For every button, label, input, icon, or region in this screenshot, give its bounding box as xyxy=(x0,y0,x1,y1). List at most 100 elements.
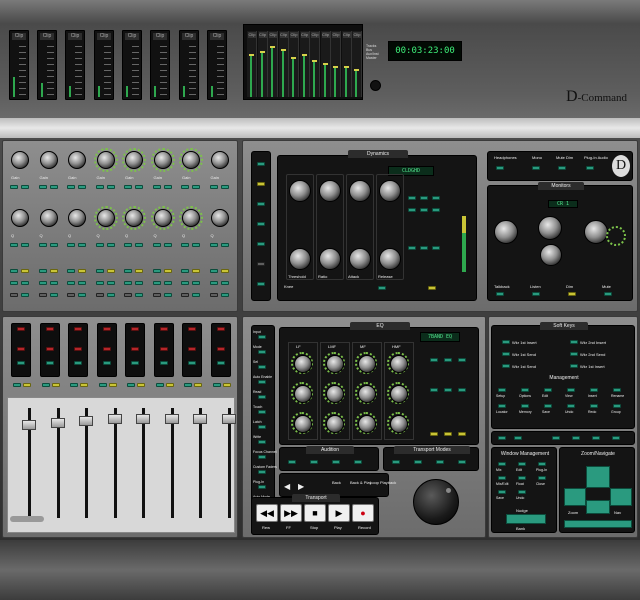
channel-btn[interactable] xyxy=(152,185,161,189)
soft-key-btn[interactable] xyxy=(570,340,578,344)
sel-button-2[interactable] xyxy=(257,182,265,186)
sel-button-5[interactable] xyxy=(257,242,265,246)
left-nav-btn[interactable] xyxy=(258,365,266,369)
channel-btn[interactable] xyxy=(67,185,75,189)
solo-button[interactable] xyxy=(222,383,231,387)
solo-button[interactable] xyxy=(108,383,117,387)
mgmt-btn[interactable] xyxy=(521,404,529,408)
channel-btn[interactable] xyxy=(106,281,115,285)
channel-btn[interactable] xyxy=(95,243,104,247)
channel-btn[interactable] xyxy=(152,293,161,297)
audition-button[interactable] xyxy=(288,460,296,464)
channel-btn[interactable] xyxy=(21,293,29,297)
channel-btn[interactable] xyxy=(209,281,218,285)
channel-btn[interactable] xyxy=(78,269,86,273)
channel-knob-7-2[interactable] xyxy=(182,209,200,227)
channel-btn[interactable] xyxy=(152,243,161,247)
channel-knob-1-1[interactable] xyxy=(11,151,29,169)
util-button-1[interactable] xyxy=(498,436,506,440)
solo-button[interactable] xyxy=(165,383,174,387)
channel-knob-8-1[interactable] xyxy=(210,151,229,169)
rec-arm-button[interactable] xyxy=(74,347,82,351)
mute-button[interactable] xyxy=(184,383,192,387)
monitor-knob-4[interactable] xyxy=(540,244,562,266)
left-nav-btn[interactable] xyxy=(258,440,266,444)
channel-btn[interactable] xyxy=(181,243,189,247)
eq-knob[interactable] xyxy=(358,385,376,403)
dyn-mode-btn[interactable] xyxy=(408,208,416,212)
channel-btn[interactable] xyxy=(135,293,143,297)
rec-arm-button[interactable] xyxy=(216,327,225,331)
dyn-knob-top-2[interactable] xyxy=(319,180,341,202)
channel-btn[interactable] xyxy=(67,243,75,247)
monitor-knob-1[interactable] xyxy=(494,220,518,244)
fader-cap-8[interactable] xyxy=(221,414,236,424)
loop-record-button[interactable] xyxy=(436,460,444,464)
mute-button[interactable] xyxy=(212,383,221,387)
zoom-down-button[interactable] xyxy=(586,500,610,514)
channel-btn[interactable] xyxy=(124,185,132,189)
eq-btn[interactable] xyxy=(458,432,466,436)
monitor-bottom-btn[interactable] xyxy=(568,292,576,296)
select-button[interactable] xyxy=(216,361,225,365)
channel-btn[interactable] xyxy=(10,185,18,189)
rec-arm-button[interactable] xyxy=(131,327,139,331)
mgmt-btn[interactable] xyxy=(590,388,598,392)
channel-knob-4-2[interactable] xyxy=(96,209,115,227)
channel-btn[interactable] xyxy=(106,185,115,189)
mgmt-btn[interactable] xyxy=(544,404,552,408)
eq-knob[interactable] xyxy=(390,385,408,403)
rec-arm-button[interactable] xyxy=(159,347,168,351)
eq-knob[interactable] xyxy=(390,355,408,373)
util-button-5[interactable] xyxy=(592,436,600,440)
rec-arm-button[interactable] xyxy=(216,347,225,351)
mute-button[interactable] xyxy=(41,383,50,387)
monitor-knob-3[interactable] xyxy=(584,220,608,244)
left-nav-btn[interactable] xyxy=(258,335,266,339)
soft-key-btn[interactable] xyxy=(502,340,510,344)
fader-cap-5[interactable] xyxy=(136,414,150,424)
solo-button[interactable] xyxy=(194,383,202,387)
channel-btn[interactable] xyxy=(209,293,218,297)
post-roll-button[interactable] xyxy=(332,460,340,464)
mute-button[interactable] xyxy=(13,383,21,387)
window-btn[interactable] xyxy=(518,462,526,466)
quick-punch-button[interactable] xyxy=(458,460,466,464)
channel-btn[interactable] xyxy=(209,243,218,247)
stop-icon[interactable]: ■ xyxy=(304,504,326,522)
channel-btn[interactable] xyxy=(181,269,189,273)
channel-knob-1-2[interactable] xyxy=(11,209,29,227)
channel-btn[interactable] xyxy=(124,293,132,297)
eq-knob[interactable] xyxy=(326,415,344,433)
channel-knob-3-1[interactable] xyxy=(68,151,86,169)
channel-btn[interactable] xyxy=(95,269,104,273)
fader-cap-7[interactable] xyxy=(193,414,207,424)
channel-btn[interactable] xyxy=(220,293,229,297)
shuttle-button[interactable] xyxy=(392,460,400,464)
channel-knob-6-1[interactable] xyxy=(153,151,172,169)
left-nav-btn[interactable] xyxy=(258,485,266,489)
mute-button[interactable] xyxy=(127,383,135,387)
channel-knob-5-2[interactable] xyxy=(125,209,143,227)
mgmt-btn[interactable] xyxy=(544,388,552,392)
eq-btn[interactable] xyxy=(458,388,466,392)
left-nav-btn[interactable] xyxy=(258,455,266,459)
mgmt-btn[interactable] xyxy=(498,404,506,408)
channel-btn[interactable] xyxy=(49,243,58,247)
mute-button[interactable] xyxy=(70,383,78,387)
channel-btn[interactable] xyxy=(181,293,189,297)
dyn-mode-btn[interactable] xyxy=(408,246,416,250)
channel-btn[interactable] xyxy=(67,293,75,297)
sel-button-6[interactable] xyxy=(257,262,265,266)
window-btn[interactable] xyxy=(538,476,546,480)
channel-btn[interactable] xyxy=(220,269,229,273)
channel-btn[interactable] xyxy=(163,281,172,285)
channel-btn[interactable] xyxy=(10,243,18,247)
select-button[interactable] xyxy=(17,361,25,365)
zoom-right-button[interactable] xyxy=(610,488,632,506)
dyn-mode-btn[interactable] xyxy=(432,208,440,212)
monitor-bottom-btn[interactable] xyxy=(604,292,612,296)
left-nav-btn[interactable] xyxy=(258,350,266,354)
nudge-rocker[interactable] xyxy=(506,514,546,524)
channel-btn[interactable] xyxy=(135,269,143,273)
